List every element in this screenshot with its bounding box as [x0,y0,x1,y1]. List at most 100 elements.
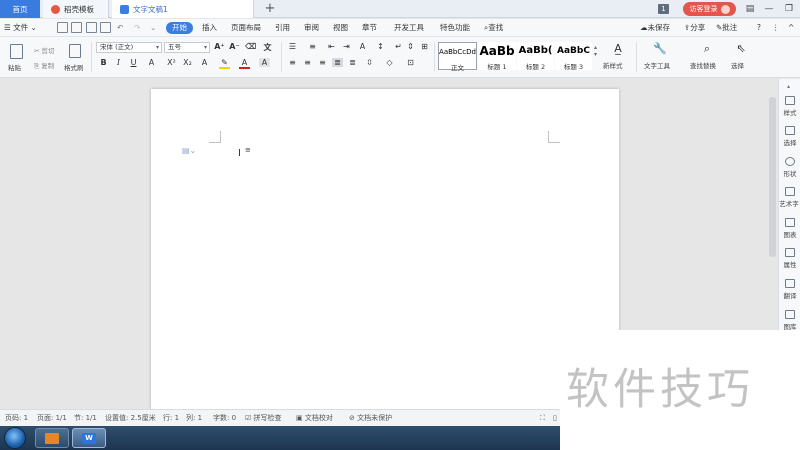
shading-icon[interactable]: ◇ [384,58,395,67]
tab-insert[interactable]: 插入 [202,19,217,37]
format-painter-button[interactable]: 格式刷 [64,62,84,72]
start-button-icon[interactable] [4,427,26,449]
shrink-font-icon[interactable]: A⁻ [229,42,240,51]
subscript-icon[interactable]: X₂ [182,58,193,67]
side-properties[interactable]: 属性 [779,248,800,269]
numbered-list-icon[interactable]: ≡ [307,42,318,51]
distribute-icon[interactable]: ≣ [347,58,358,67]
paste-icon[interactable] [10,44,23,59]
tab-references[interactable]: 引用 [275,19,290,37]
status-page-number[interactable]: 页码: 1 [5,410,28,427]
spell-check-button[interactable]: ☑ 拼写检查 [245,410,282,427]
save-icon[interactable] [57,22,68,33]
increase-indent-icon[interactable]: ⇥ [341,42,352,51]
search-command[interactable]: ⌕查找 [484,19,503,37]
status-section[interactable]: 节: 1/1 [74,410,97,427]
table-frame-icon[interactable]: ⊞ [419,42,430,51]
more-options-icon[interactable]: ⋮ [772,19,780,37]
style-heading-1[interactable]: AaBb 标题 1 [478,42,516,70]
status-row[interactable]: 行: 1 [163,410,179,427]
strikethrough-icon[interactable]: A [146,58,157,67]
copy-button[interactable]: ⎘ 复制 [34,60,54,71]
print-icon[interactable] [86,22,97,33]
bullet-list-icon[interactable]: ☰ [287,42,298,51]
cut-button[interactable]: ✂ 剪切 [34,45,55,55]
align-center-icon[interactable]: ≡ [302,58,313,67]
comment-button[interactable]: ✎批注 [716,19,737,37]
superscript-icon[interactable]: X² [166,58,177,67]
quick-access-more-icon[interactable]: ⌄ [150,19,156,37]
format-painter-icon[interactable] [69,44,81,58]
status-setting[interactable]: 设置值: 2.5厘米 [105,410,156,427]
taskbar-app-wps-writer[interactable]: W [72,428,106,448]
underline-icon[interactable]: U [128,58,139,67]
tab-templates[interactable]: 稻壳模板 [43,0,109,18]
skin-icon[interactable]: ▤ [741,0,759,18]
side-charts[interactable]: 图表 [779,218,800,239]
status-word-count[interactable]: 字数: 0 [213,410,236,427]
side-styles[interactable]: 样式 [779,96,800,117]
align-right-icon[interactable]: ≡ [317,58,328,67]
borders-icon[interactable]: ⊡ [405,58,416,67]
sort-icon[interactable]: ↕ [375,42,386,51]
redo-icon[interactable]: ↷ [134,19,140,37]
page-view-icon[interactable]: ▯ [553,410,557,427]
document-page[interactable]: ▤⌄ I ≡ [151,89,619,409]
phonetic-guide-icon[interactable]: 文 [262,42,273,53]
visitor-login-button[interactable]: 访客登录 [683,2,736,16]
find-replace-icon[interactable]: ⌕ [700,42,714,56]
collapse-ribbon-icon[interactable]: ^ [788,19,794,37]
new-style-icon[interactable]: A̲ [611,42,625,55]
align-left-icon[interactable]: ≡ [287,58,298,67]
tab-start[interactable]: 开始 [166,22,193,34]
scroll-up-icon[interactable]: ▴ [787,83,790,90]
side-translate[interactable]: 翻译 [779,279,800,300]
tab-page-layout[interactable]: 页面布局 [231,19,261,37]
tab-home[interactable]: 首页 [0,0,40,18]
new-style-button[interactable]: 新样式 [603,60,623,70]
status-column[interactable]: 列: 1 [186,410,202,427]
help-button[interactable]: ? [757,19,761,37]
protection-button[interactable]: ⊘ 文档未保护 [349,410,392,427]
minimize-icon[interactable]: — [760,0,778,18]
vertical-scrollbar[interactable] [769,97,776,257]
new-tab-button[interactable]: + [262,0,278,18]
clear-format-icon[interactable]: ⌫ [245,42,256,51]
wrench-icon[interactable]: 🔧 [653,42,667,55]
style-normal[interactable]: AaBbCcDd 正文 [438,42,477,72]
paragraph-handle-icon[interactable]: ▤⌄ [182,146,196,155]
text-effect-icon[interactable]: A [199,58,210,67]
grow-font-icon[interactable]: A⁺ [214,42,225,51]
style-heading-3[interactable]: AaBbC 标题 3 [555,42,592,70]
side-shapes[interactable]: 形状 [779,157,800,178]
tab-view[interactable]: 视图 [333,19,348,37]
window-count-badge[interactable]: 1 [658,4,669,14]
tab-special-features[interactable]: 特色功能 [440,19,470,37]
italic-icon[interactable]: I [113,58,124,67]
side-gallery[interactable]: 图库 [779,310,800,331]
undo-icon[interactable]: ↶ [117,19,123,37]
paragraph-spacing-icon[interactable]: ⇳ [364,58,375,67]
find-replace-button[interactable]: 查找替换 [690,60,716,70]
show-marks-icon[interactable]: ↵ [393,42,404,51]
unsaved-status[interactable]: ☁未保存 [640,19,670,37]
highlight-icon[interactable]: ✎ [219,58,230,69]
font-color-icon[interactable]: A [239,58,250,69]
taskbar-app-presentation[interactable] [35,428,69,448]
tab-document[interactable]: 文字文稿1 [112,0,254,18]
fullscreen-icon[interactable]: ⛶ [540,410,545,427]
side-wordart[interactable]: 艺术字 [779,187,800,208]
justify-icon[interactable]: ≣ [332,58,343,67]
export-pdf-icon[interactable] [71,22,82,33]
paste-button[interactable]: 粘贴 [8,62,21,72]
tab-sections[interactable]: 章节 [362,19,377,37]
file-menu[interactable]: ☰ 文件 ⌄ [4,19,37,37]
char-shading-icon[interactable]: A [259,58,270,67]
tab-review[interactable]: 审阅 [304,19,319,37]
bold-icon[interactable]: B [98,58,109,67]
proofread-button[interactable]: ▣ 文档校对 [296,410,333,427]
font-name-select[interactable]: 宋体 (正文) ▾ [96,42,162,53]
share-button[interactable]: ⇪分享 [684,19,705,37]
text-tools-button[interactable]: 文字工具 [644,60,670,70]
print-preview-icon[interactable] [100,22,111,33]
